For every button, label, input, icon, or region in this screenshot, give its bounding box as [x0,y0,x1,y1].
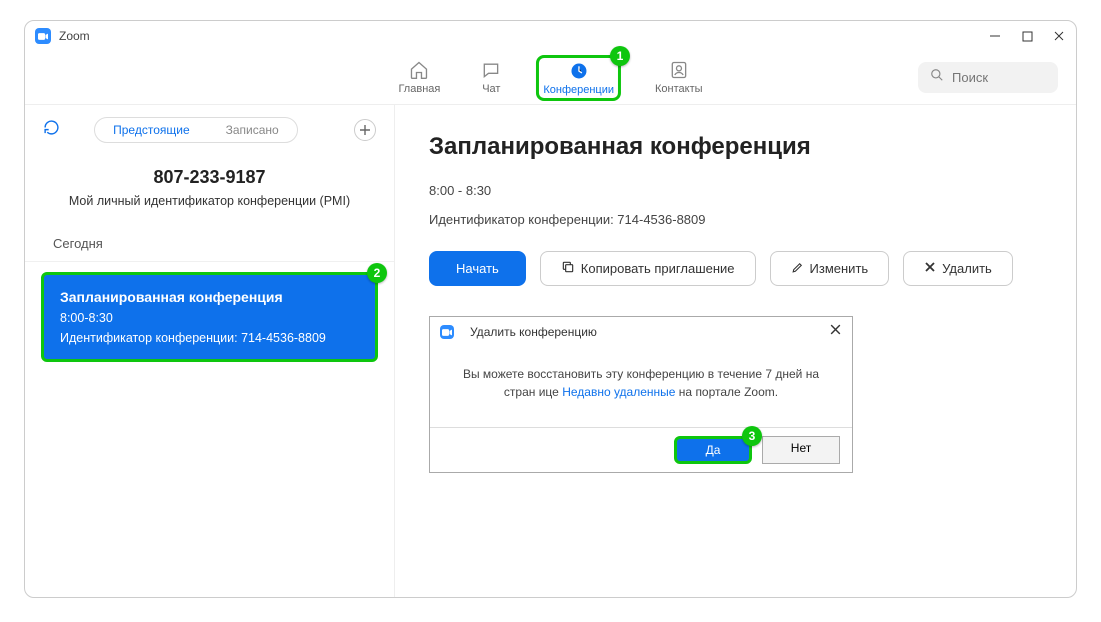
pencil-icon [791,261,804,277]
zoom-app-icon [440,325,454,339]
app-window: Zoom Главная Чат 1 Конференции К [24,20,1077,598]
nav-home-label: Главная [398,83,440,95]
window-controls [988,29,1066,43]
nav-contacts[interactable]: Контакты [649,55,709,101]
search-box[interactable] [918,62,1058,93]
delete-dialog: Удалить конференцию Вы можете восстанови… [429,316,853,473]
titlebar: Zoom [25,21,1076,51]
detail-title: Запланированная конференция [429,133,1042,161]
start-button[interactable]: Начать [429,251,526,286]
search-icon [930,68,944,87]
minimize-button[interactable] [988,29,1002,43]
annotation-badge-2: 2 [367,263,387,283]
pmi-number: 807-233-9187 [43,167,376,188]
nav-meetings-label: Конференции [543,84,614,96]
pmi-block[interactable]: 807-233-9187 Мой личный идентификатор ко… [25,143,394,226]
dialog-title: Удалить конференцию [470,325,597,339]
top-nav: Главная Чат 1 Конференции Контакты [25,51,1076,105]
meeting-list-item[interactable]: 2 Запланированная конференция 8:00-8:30 … [41,272,378,362]
search-input[interactable] [952,70,1046,85]
tab-upcoming[interactable]: Предстоящие [95,118,208,142]
add-meeting-button[interactable] [354,119,376,141]
x-icon [924,261,936,276]
dialog-no-button[interactable]: Нет [762,436,840,464]
meeting-detail: Запланированная конференция 8:00 - 8:30 … [395,105,1076,597]
maximize-button[interactable] [1020,29,1034,43]
refresh-icon[interactable] [43,119,60,141]
contacts-icon [668,59,690,81]
copy-icon [561,260,575,277]
nav-chat[interactable]: Чат [474,55,508,101]
dialog-yes-button[interactable]: 3 Да [674,436,752,464]
dialog-body: Вы можете восстановить эту конференцию в… [430,347,852,427]
nav-contacts-label: Контакты [655,83,703,95]
today-header: Сегодня [25,226,394,262]
copy-invite-button[interactable]: Копировать приглашение [540,251,756,286]
recently-deleted-link[interactable]: Недавно удаленные [562,385,675,399]
delete-button[interactable]: Удалить [903,251,1013,286]
nav-meetings[interactable]: 1 Конференции [536,55,621,101]
clock-icon [568,60,590,82]
sidebar-tabs: Предстоящие Записано [94,117,298,143]
home-icon [408,59,430,81]
meeting-item-title: Запланированная конференция [60,289,359,305]
meeting-item-id: Идентификатор конференции: 714-4536-8809 [60,331,359,345]
chat-icon [480,59,502,81]
annotation-badge-3: 3 [742,426,762,446]
nav-chat-label: Чат [482,83,500,95]
edit-button[interactable]: Изменить [770,251,890,286]
sidebar: Предстоящие Записано 807-233-9187 Мой ли… [25,105,395,597]
tab-recorded[interactable]: Записано [208,118,297,142]
nav-home[interactable]: Главная [392,55,446,101]
pmi-label: Мой личный идентификатор конференции (PM… [43,194,376,208]
window-title: Zoom [59,29,90,43]
zoom-app-icon [35,28,51,44]
annotation-badge-1: 1 [610,46,630,66]
meeting-item-time: 8:00-8:30 [60,311,359,325]
close-button[interactable] [1052,29,1066,43]
detail-time: 8:00 - 8:30 [429,183,1042,198]
detail-id: Идентификатор конференции: 714-4536-8809 [429,212,1042,227]
dialog-close-button[interactable] [829,323,842,341]
